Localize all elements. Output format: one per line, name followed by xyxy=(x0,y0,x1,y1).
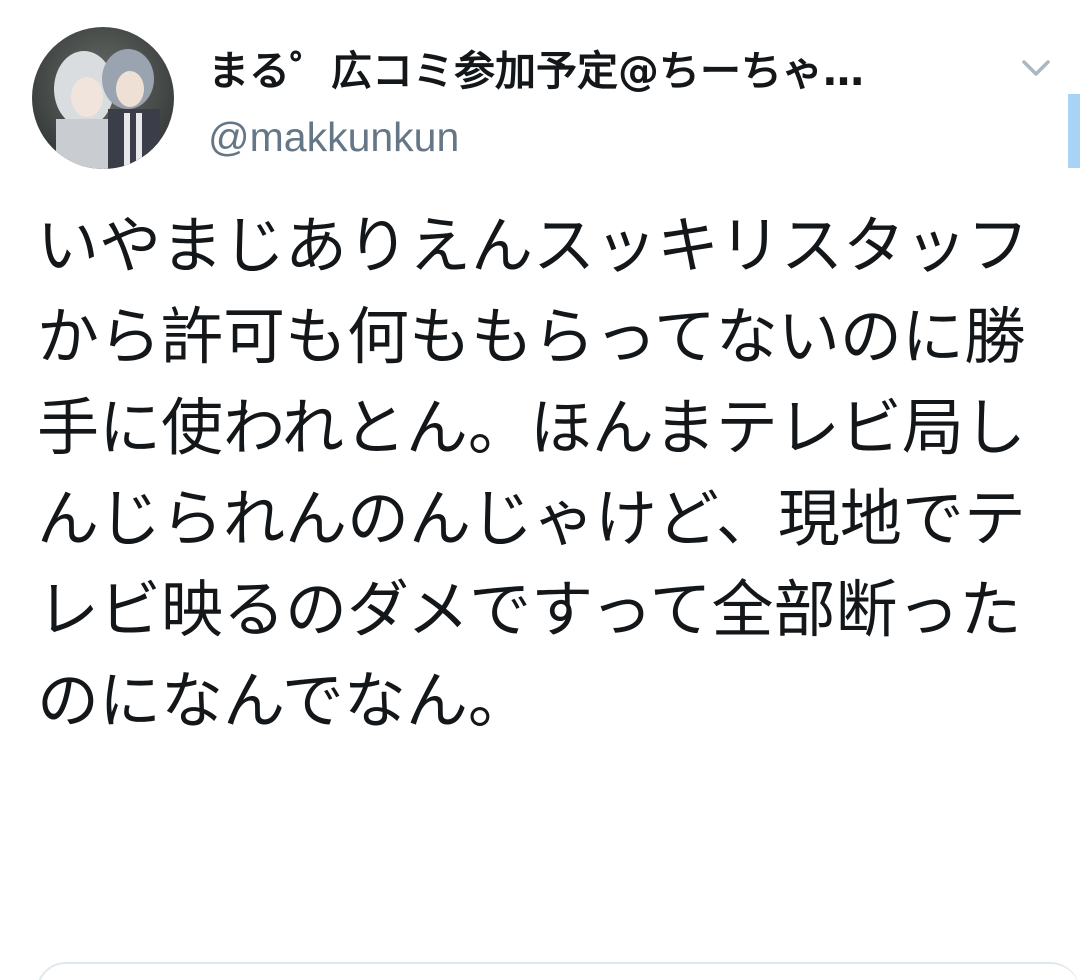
display-name[interactable]: まる゜広コミ参加予定@ちーちゃ… xyxy=(208,44,968,98)
tweet-card: まる゜広コミ参加予定@ちーちゃ… @makkunkun いやまじありえんスッキリ… xyxy=(0,0,1080,980)
scroll-indicator xyxy=(1068,94,1080,168)
tweet-text: いやまじありえんスッキリスタッフから許可も何ももらってないのに勝手に使われとん。… xyxy=(37,209,1030,737)
chevron-down-icon[interactable] xyxy=(1014,52,1058,84)
handle[interactable]: @makkunkun xyxy=(208,110,459,164)
avatar-photo xyxy=(32,27,174,169)
quoted-card-edge[interactable] xyxy=(36,962,1080,980)
avatar[interactable] xyxy=(32,27,174,169)
